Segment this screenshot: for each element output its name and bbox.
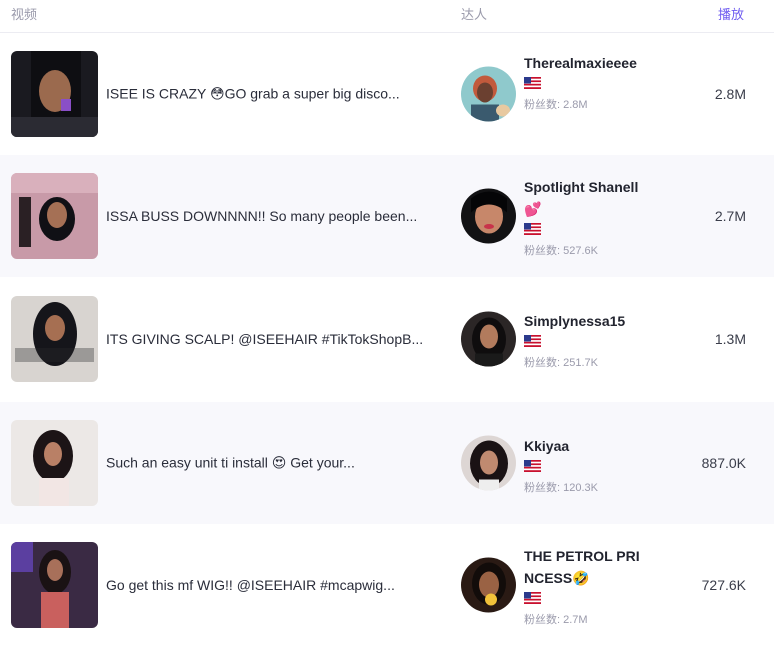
table-row[interactable]: ISSA BUSS DOWNNNN!! So many people been.…	[0, 155, 774, 277]
video-title[interactable]: Such an easy unit ti install 😍 Get your.…	[106, 455, 426, 472]
creator-name[interactable]: Simplynessa15	[524, 310, 649, 332]
header-creator[interactable]: 达人	[461, 4, 487, 23]
follower-count: 粉丝数: 2.7M	[524, 614, 588, 626]
creator-info: Simplynessa15 粉丝数: 251.7K	[524, 310, 649, 370]
header-video[interactable]: 视频	[11, 4, 37, 23]
creator-name[interactable]: THE PETROL PRINCESS🤣	[524, 545, 649, 589]
play-count: 2.7M	[714, 208, 746, 224]
table-row[interactable]: Go get this mf WIG!! @ISEEHAIR #mcapwig.…	[0, 524, 774, 646]
follower-count: 粉丝数: 120.3K	[524, 482, 598, 494]
video-title[interactable]: ISEE IS CRAZY 😳GO grab a super big disco…	[106, 86, 426, 103]
creator-name[interactable]: Therealmaxieeee	[524, 52, 649, 74]
creator-name[interactable]: Spotlight Shanell 💕	[524, 176, 649, 220]
video-thumbnail[interactable]	[11, 296, 98, 382]
video-thumbnail[interactable]	[11, 51, 98, 137]
follower-count: 粉丝数: 527.6K	[524, 245, 598, 257]
creator-avatar[interactable]	[461, 311, 516, 367]
video-thumbnail[interactable]	[11, 420, 98, 506]
us-flag-icon	[524, 460, 541, 472]
follower-count: 粉丝数: 2.8M	[524, 99, 588, 111]
creator-name[interactable]: Kkiyaa	[524, 435, 649, 457]
us-flag-icon	[524, 77, 541, 89]
video-ranking-table: 视频 达人 播放 ISEE IS CRAZY 😳GO grab a super …	[0, 0, 774, 643]
table-row[interactable]: ISEE IS CRAZY 😳GO grab a super big disco…	[0, 33, 774, 155]
video-thumbnail[interactable]	[11, 542, 98, 628]
us-flag-icon	[524, 335, 541, 347]
play-count: 1.3M	[714, 331, 746, 347]
creator-avatar[interactable]	[461, 557, 516, 613]
us-flag-icon	[524, 223, 541, 235]
creator-info: Kkiyaa 粉丝数: 120.3K	[524, 435, 649, 495]
creator-info: Spotlight Shanell 💕 粉丝数: 527.6K	[524, 176, 649, 258]
creator-avatar[interactable]	[461, 66, 516, 122]
table-header: 视频 达人 播放	[0, 0, 774, 33]
creator-info: Therealmaxieeee 粉丝数: 2.8M	[524, 52, 649, 112]
table-row[interactable]: Such an easy unit ti install 😍 Get your.…	[0, 402, 774, 524]
creator-avatar[interactable]	[461, 188, 516, 244]
header-plays-sort[interactable]: 播放	[718, 4, 744, 23]
video-title[interactable]: ISSA BUSS DOWNNNN!! So many people been.…	[106, 208, 426, 224]
creator-avatar[interactable]	[461, 435, 516, 491]
play-count: 2.8M	[714, 86, 746, 102]
play-count: 727.6K	[701, 577, 746, 593]
video-title[interactable]: ITS GIVING SCALP! @ISEEHAIR #TikTokShopB…	[106, 331, 426, 347]
creator-info: THE PETROL PRINCESS🤣 粉丝数: 2.7M	[524, 545, 649, 627]
us-flag-icon	[524, 592, 541, 604]
play-count: 887.0K	[701, 455, 746, 471]
video-thumbnail[interactable]	[11, 173, 98, 259]
follower-count: 粉丝数: 251.7K	[524, 357, 598, 369]
table-row[interactable]: ITS GIVING SCALP! @ISEEHAIR #TikTokShopB…	[0, 278, 774, 400]
video-title[interactable]: Go get this mf WIG!! @ISEEHAIR #mcapwig.…	[106, 577, 426, 593]
